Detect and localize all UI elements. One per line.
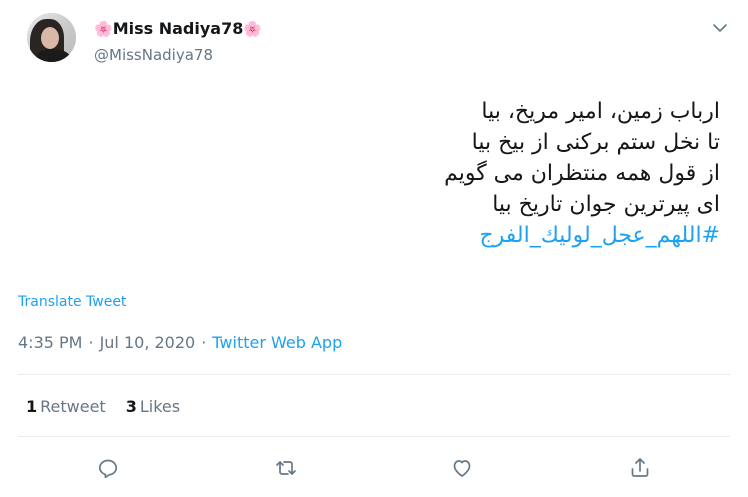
hashtag-link[interactable]: #اللهم_عجل_لوليك_الفرج <box>40 220 720 251</box>
divider <box>18 436 730 437</box>
tweet-stats: 1 Retweet 3 Likes <box>26 396 180 418</box>
avatar[interactable] <box>27 13 76 62</box>
tweet-meta: 4:35 PM · Jul 10, 2020 · Twitter Web App <box>18 332 342 354</box>
meta-separator: · <box>201 333 207 352</box>
flower-emoji-right: 🌸 <box>243 20 263 38</box>
tweet-time[interactable]: 4:35 PM <box>18 333 82 352</box>
tweet-text: ارباب زمین، امیر مریخ، بیا تا نخل ستم بر… <box>40 96 720 251</box>
share-icon <box>631 458 649 477</box>
tweet-line-3: از قول همه منتظران می گویم <box>444 161 720 186</box>
divider <box>18 374 730 375</box>
tweet-line-2: تا نخل ستم برکنی از بیخ بیا <box>471 130 720 155</box>
tweet-source-link[interactable]: Twitter Web App <box>212 333 342 352</box>
meta-separator: · <box>88 333 94 352</box>
tweet-line-1: ارباب زمین، امیر مریخ، بیا <box>481 99 720 124</box>
like-count[interactable]: 3 Likes <box>126 396 180 418</box>
chevron-down-icon[interactable] <box>712 20 728 36</box>
translate-tweet-link[interactable]: Translate Tweet <box>18 293 126 311</box>
like-icon <box>453 460 471 477</box>
flower-emoji-left: 🌸 <box>94 20 113 38</box>
reply-icon <box>98 459 118 479</box>
share-button[interactable] <box>627 455 653 481</box>
retweet-icon <box>276 461 296 475</box>
retweet-button[interactable] <box>273 455 299 481</box>
retweet-count[interactable]: 1 Retweet <box>26 396 106 418</box>
tweet-line-4: ای پیرترین جوان تاریخ بیا <box>492 192 720 217</box>
like-button[interactable] <box>449 455 475 481</box>
tweet-date[interactable]: Jul 10, 2020 <box>100 333 196 352</box>
author-display-name[interactable]: 🌸Miss Nadiya78🌸 <box>94 18 262 40</box>
tweet-card: 🌸Miss Nadiya78🌸 @MissNadiya78 ارباب زمین… <box>0 0 748 497</box>
author-handle[interactable]: @MissNadiya78 <box>94 45 213 65</box>
author-name-text: Miss Nadiya78 <box>112 19 244 38</box>
reply-button[interactable] <box>95 455 121 481</box>
